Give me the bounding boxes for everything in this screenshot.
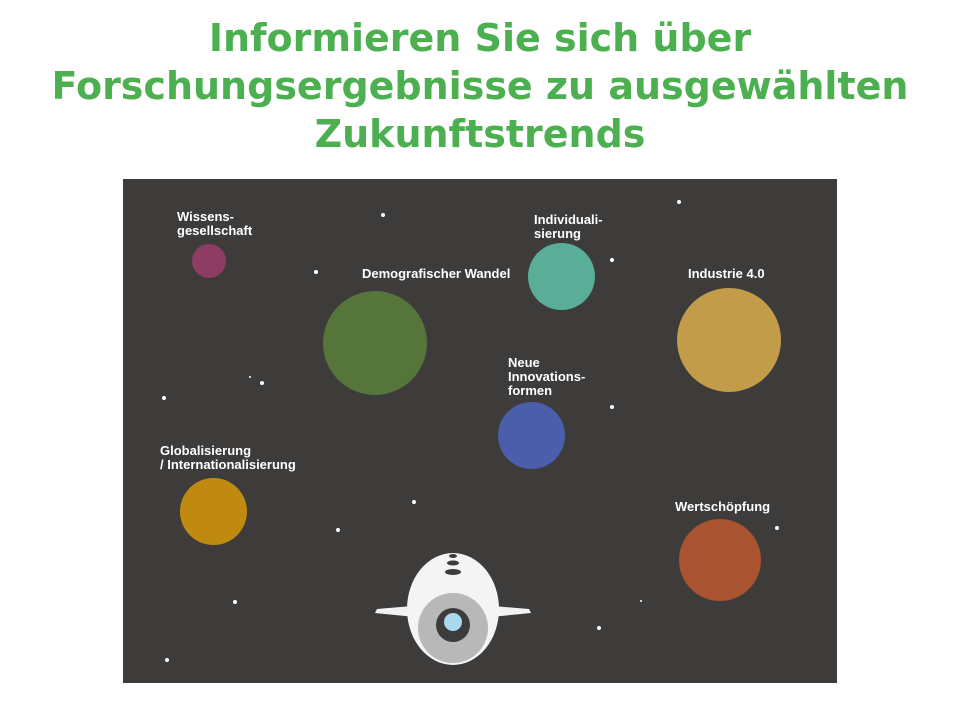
label-line: Individuali- <box>534 212 603 227</box>
planet-demografischer-wandel[interactable] <box>323 291 427 395</box>
label-line: Industrie 4.0 <box>688 266 765 281</box>
title-line-1: Informieren Sie sich über <box>208 16 752 60</box>
planet-industrie-4-0[interactable] <box>677 288 781 392</box>
planet-label-neue-innovationsformen: Neue Innovations- formen <box>508 356 585 398</box>
star-icon <box>412 500 416 504</box>
spaceship-window <box>445 569 461 575</box>
planet-label-individualisierung: Individuali- sierung <box>534 213 603 241</box>
spaceship-window <box>447 560 459 566</box>
spaceship-window <box>449 554 457 558</box>
planet-wissensgesellschaft[interactable] <box>192 244 226 278</box>
label-line: Innovations- <box>508 369 586 384</box>
label-line: gesellschaft <box>177 223 253 238</box>
label-line: Wissens- <box>177 209 234 224</box>
spaceship-icon <box>375 553 531 665</box>
planet-individualisierung[interactable] <box>528 243 595 310</box>
star-icon <box>233 600 237 604</box>
planet-label-wertschoepfung: Wertschöpfung <box>675 500 770 514</box>
star-icon <box>314 270 318 274</box>
label-line: sierung <box>534 226 581 241</box>
label-line: Neue <box>508 355 540 370</box>
star-icon <box>597 626 601 630</box>
space-scene: Wissens- gesellschaft Demografischer Wan… <box>123 179 837 683</box>
planet-label-industrie-4-0: Industrie 4.0 <box>688 267 765 281</box>
planet-label-globalisierung: Globalisierung / Internationalisierung <box>160 444 296 472</box>
star-icon <box>162 396 166 400</box>
star-icon <box>610 258 614 262</box>
star-icon <box>610 405 614 409</box>
star-icon <box>381 213 385 217</box>
planet-globalisierung[interactable] <box>180 478 247 545</box>
star-icon <box>640 600 642 602</box>
planet-label-demografischer-wandel: Demografischer Wandel <box>362 267 510 281</box>
page-title: Informieren Sie sich über Forschungserge… <box>0 14 960 158</box>
star-icon <box>249 376 251 378</box>
label-line: formen <box>508 383 553 398</box>
star-icon <box>336 528 340 532</box>
star-icon <box>260 381 264 385</box>
star-icon <box>775 526 779 530</box>
title-line-3: Zukunftstrends <box>314 112 646 156</box>
label-line: Globalisierung <box>160 443 252 458</box>
star-icon <box>677 200 681 204</box>
title-line-2: Forschungsergebnisse zu ausgewählten <box>51 64 909 108</box>
planet-label-wissensgesellschaft: Wissens- gesellschaft <box>177 210 252 238</box>
label-line: / Internationalisierung <box>160 457 296 472</box>
planet-neue-innovationsformen[interactable] <box>498 402 565 469</box>
label-line: Wertschöpfung <box>675 499 771 514</box>
star-icon <box>165 658 169 662</box>
spaceship-engine-light <box>444 613 462 631</box>
planet-wertschoepfung[interactable] <box>679 519 761 601</box>
label-line: Demografischer Wandel <box>362 266 511 281</box>
